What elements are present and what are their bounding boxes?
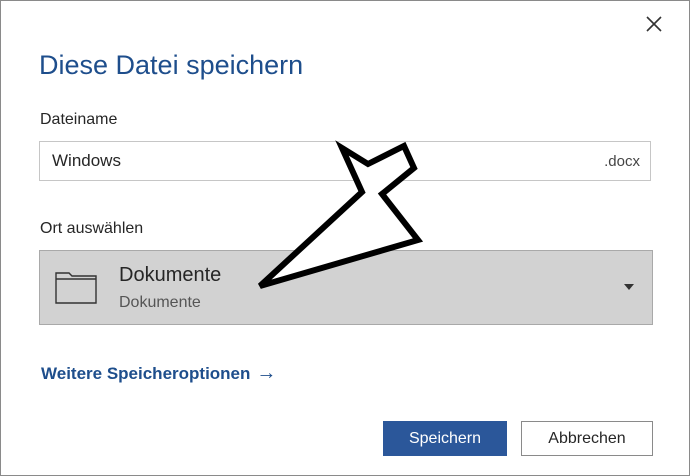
location-label: Ort auswählen (40, 220, 144, 237)
dialog-title: Diese Datei speichern (39, 50, 304, 80)
cancel-button[interactable]: Abbrechen (521, 421, 653, 456)
save-dialog: Diese Datei speichern Dateiname .docx Or… (0, 0, 690, 476)
more-save-options-label: Weitere Speicheroptionen (41, 363, 251, 383)
close-icon (646, 16, 662, 32)
filename-input[interactable] (52, 142, 572, 180)
file-extension: .docx (604, 153, 640, 170)
close-button[interactable] (639, 9, 669, 39)
filename-field[interactable]: .docx (39, 141, 651, 181)
filename-label: Dateiname (40, 111, 118, 128)
arrow-right-icon: → (256, 362, 277, 384)
save-button[interactable]: Speichern (383, 421, 507, 456)
location-dropdown[interactable]: Dokumente Dokumente (39, 250, 653, 325)
location-subtitle: Dokumente (119, 294, 201, 311)
chevron-down-icon (624, 284, 634, 290)
location-title: Dokumente (119, 264, 222, 286)
folder-icon (55, 272, 97, 304)
more-save-options-link[interactable]: Weitere Speicheroptionen → (41, 362, 276, 385)
